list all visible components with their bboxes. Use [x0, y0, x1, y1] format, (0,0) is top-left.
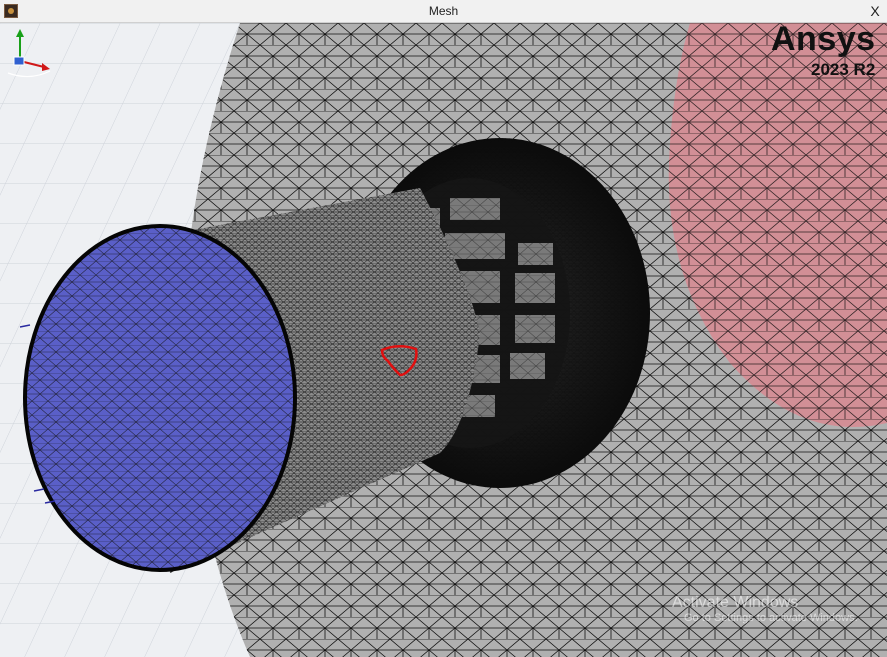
- axis-triad-icon: [7, 29, 51, 78]
- logo-brand: Ansys: [771, 22, 876, 58]
- ansys-logo: Ansys 2023 R2: [767, 22, 887, 82]
- close-button[interactable]: X: [867, 2, 883, 20]
- graphics-viewport[interactable]: [0, 23, 887, 657]
- watermark-subtitle: Go to Settings to activate Windows.: [684, 612, 858, 624]
- activation-watermark: Activate Windows Go to Settings to activ…: [672, 594, 858, 624]
- logo-version: 2023 R2: [811, 60, 876, 79]
- mesh-render: [0, 23, 887, 657]
- title-bar: Mesh X: [0, 0, 887, 23]
- window-title: Mesh: [428, 4, 459, 18]
- watermark-title: Activate Windows: [672, 594, 799, 611]
